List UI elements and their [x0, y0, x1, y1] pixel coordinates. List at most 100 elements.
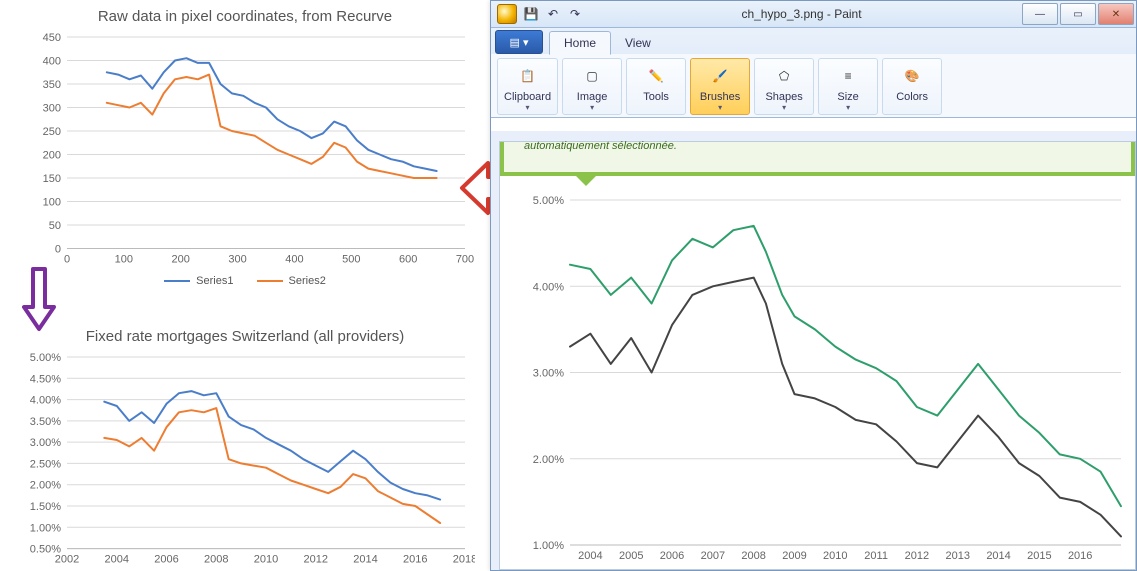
svg-text:2010: 2010: [254, 554, 278, 566]
svg-text:350: 350: [43, 79, 61, 91]
svg-text:1.00%: 1.00%: [533, 540, 564, 552]
ribbon: ▤▾ Home View 📋 Clipboard ▾ ▢ Image ▾: [491, 28, 1136, 118]
group-size[interactable]: ≡ Size ▾: [818, 58, 878, 115]
svg-text:100: 100: [43, 197, 61, 209]
svg-text:2002: 2002: [55, 554, 79, 566]
paint-chart: 1.00%2.00%3.00%4.00%5.00%200420052006200…: [518, 194, 1131, 567]
colors-icon: 🎨: [899, 63, 925, 89]
image-banner: automatiquement sélectionnée.: [500, 142, 1135, 176]
svg-text:4.00%: 4.00%: [30, 395, 61, 407]
svg-text:2016: 2016: [403, 554, 427, 566]
clipboard-icon: 📋: [515, 63, 541, 89]
chart2-svg: 0.50%1.00%1.50%2.00%2.50%3.00%3.50%4.00%…: [15, 351, 475, 571]
chart1-title: Raw data in pixel coordinates, from Recu…: [4, 8, 486, 25]
svg-text:2004: 2004: [105, 554, 129, 566]
svg-text:1.50%: 1.50%: [30, 501, 61, 513]
svg-text:2008: 2008: [741, 550, 765, 562]
paint-canvas[interactable]: automatiquement sélectionnée. 1.00% 2.00%…: [499, 141, 1136, 570]
chart1-svg: 0501001502002503003504004500100200300400…: [15, 31, 475, 271]
close-button[interactable]: ✕: [1098, 3, 1134, 25]
chevron-down-icon: ▾: [526, 103, 530, 112]
group-colors[interactable]: 🎨 Colors: [882, 58, 942, 115]
banner-caret-icon: [572, 172, 600, 186]
right-column: 💾 ↶ ↷ ch_hypo_3.png - Paint — ▭ ✕ ▤▾ Hom…: [490, 0, 1137, 571]
paint-app-icon: [497, 4, 517, 24]
file-menu-button[interactable]: ▤▾: [495, 30, 543, 54]
svg-text:300: 300: [228, 254, 246, 266]
svg-text:2006: 2006: [154, 554, 178, 566]
svg-text:200: 200: [43, 150, 61, 162]
svg-text:4.50%: 4.50%: [30, 374, 61, 386]
legend-series1: Series1: [164, 275, 233, 287]
paint-chart-svg: 1.00%2.00%3.00%4.00%5.00%200420052006200…: [518, 194, 1131, 567]
svg-text:50: 50: [49, 220, 61, 232]
paint-titlebar[interactable]: 💾 ↶ ↷ ch_hypo_3.png - Paint — ▭ ✕: [491, 1, 1136, 28]
svg-text:100: 100: [115, 254, 133, 266]
svg-text:250: 250: [43, 126, 61, 138]
paint-window: 💾 ↶ ↷ ch_hypo_3.png - Paint — ▭ ✕ ▤▾ Hom…: [490, 0, 1137, 571]
svg-text:150: 150: [43, 173, 61, 185]
chart1: 0501001502002503003504004500100200300400…: [15, 31, 475, 271]
svg-text:2018: 2018: [453, 554, 475, 566]
svg-text:2004: 2004: [578, 550, 602, 562]
chevron-down-icon: ▾: [718, 103, 722, 112]
group-clipboard[interactable]: 📋 Clipboard ▾: [497, 58, 558, 115]
svg-text:2.50%: 2.50%: [30, 459, 61, 471]
svg-text:4.00%: 4.00%: [533, 281, 564, 293]
group-image[interactable]: ▢ Image ▾: [562, 58, 622, 115]
ribbon-tabs: ▤▾ Home View: [491, 28, 1136, 54]
svg-text:2012: 2012: [304, 554, 328, 566]
save-icon[interactable]: 💾: [523, 6, 539, 22]
chart2-title: Fixed rate mortgages Switzerland (all pr…: [4, 328, 486, 345]
svg-text:5.00%: 5.00%: [533, 195, 564, 207]
svg-text:200: 200: [172, 254, 190, 266]
banner-text: automatiquement sélectionnée.: [524, 140, 677, 152]
svg-text:1.00%: 1.00%: [30, 523, 61, 535]
redo-icon[interactable]: ↷: [567, 6, 583, 22]
svg-text:2.00%: 2.00%: [30, 480, 61, 492]
chevron-down-icon: ▾: [590, 103, 594, 112]
chart2: 0.50%1.00%1.50%2.00%2.50%3.00%3.50%4.00%…: [15, 351, 475, 571]
maximize-button[interactable]: ▭: [1060, 3, 1096, 25]
ribbon-groups: 📋 Clipboard ▾ ▢ Image ▾ ✏️ Tools 🖌️: [491, 54, 1136, 117]
legend-series2: Series2: [257, 275, 326, 287]
svg-text:2014: 2014: [353, 554, 377, 566]
brush-icon: 🖌️: [707, 63, 733, 89]
svg-text:300: 300: [43, 103, 61, 115]
group-tools[interactable]: ✏️ Tools: [626, 58, 686, 115]
svg-text:400: 400: [285, 254, 303, 266]
svg-text:3.50%: 3.50%: [30, 416, 61, 428]
svg-text:0: 0: [55, 244, 61, 256]
svg-text:2.00%: 2.00%: [533, 454, 564, 466]
left-column: Raw data in pixel coordinates, from Recu…: [0, 0, 490, 571]
shapes-icon: ⬠: [771, 63, 797, 89]
svg-text:2011: 2011: [864, 550, 888, 562]
paint-canvas-area[interactable]: automatiquement sélectionnée. 1.00% 2.00%…: [491, 131, 1136, 570]
chevron-down-icon: ▾: [523, 36, 529, 49]
window-buttons: — ▭ ✕: [1020, 3, 1134, 25]
group-brushes[interactable]: 🖌️ Brushes ▾: [690, 58, 750, 115]
svg-text:2010: 2010: [823, 550, 847, 562]
svg-text:3.00%: 3.00%: [30, 438, 61, 450]
purple-arrow-icon: [22, 267, 56, 333]
svg-text:2016: 2016: [1068, 550, 1092, 562]
window-title: ch_hypo_3.png - Paint: [583, 7, 1020, 21]
svg-text:5.00%: 5.00%: [30, 352, 61, 364]
svg-text:2008: 2008: [204, 554, 228, 566]
svg-text:2014: 2014: [986, 550, 1010, 562]
svg-text:0: 0: [64, 254, 70, 266]
chevron-down-icon: ▾: [782, 103, 786, 112]
tab-home[interactable]: Home: [549, 31, 611, 55]
undo-icon[interactable]: ↶: [545, 6, 561, 22]
size-icon: ≡: [835, 63, 861, 89]
file-menu-icon: ▤: [510, 36, 520, 49]
tab-view[interactable]: View: [611, 32, 665, 54]
svg-text:2007: 2007: [701, 550, 725, 562]
group-shapes[interactable]: ⬠ Shapes ▾: [754, 58, 814, 115]
svg-text:2015: 2015: [1027, 550, 1051, 562]
pencil-icon: ✏️: [643, 63, 669, 89]
svg-text:3.00%: 3.00%: [533, 368, 564, 380]
chevron-down-icon: ▾: [846, 103, 850, 112]
minimize-button[interactable]: —: [1022, 3, 1058, 25]
svg-text:2012: 2012: [905, 550, 929, 562]
